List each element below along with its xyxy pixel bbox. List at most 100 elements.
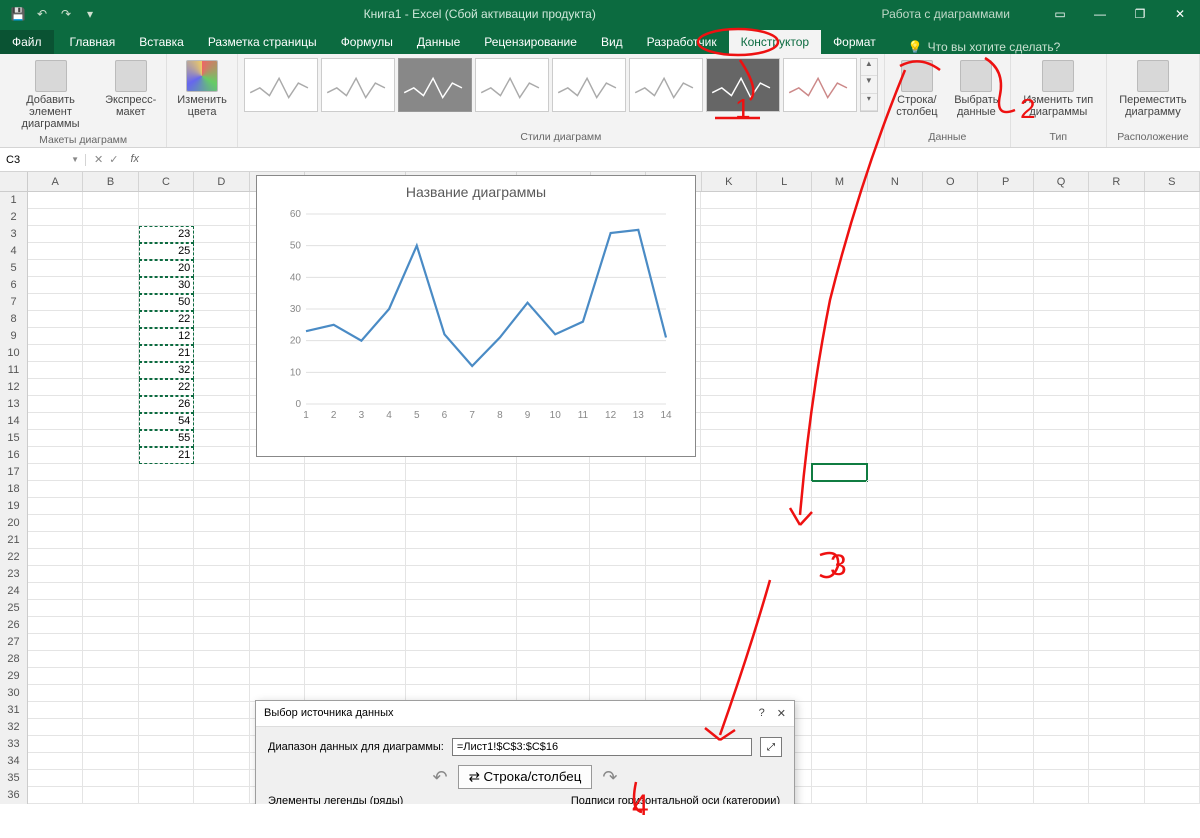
cell[interactable] [1089,447,1144,464]
cell[interactable] [1145,702,1200,719]
cell[interactable] [406,532,516,549]
cell[interactable] [1145,685,1200,702]
cell[interactable] [517,617,591,634]
cell[interactable] [757,515,812,532]
cell[interactable] [867,566,922,583]
cell[interactable] [1089,668,1144,685]
cell[interactable] [978,277,1033,294]
cell[interactable] [1145,736,1200,753]
cell[interactable] [1145,260,1200,277]
cell[interactable] [978,345,1033,362]
cell[interactable] [305,566,406,583]
cell[interactable] [923,600,978,617]
cell[interactable] [646,617,701,634]
row-header[interactable]: 17 [0,464,28,481]
cell[interactable] [701,668,756,685]
cell[interactable] [194,277,249,294]
cell[interactable] [139,770,194,787]
cell[interactable] [646,651,701,668]
cell[interactable] [194,719,249,736]
enter-formula-icon[interactable]: ✓ [109,153,118,166]
cell[interactable] [406,668,516,685]
cell[interactable] [978,311,1033,328]
change-colors-button[interactable]: Изменить цвета [173,58,231,120]
cell[interactable] [867,532,922,549]
tab-view[interactable]: Вид [589,30,635,54]
row-header[interactable]: 20 [0,515,28,532]
cell[interactable] [757,294,812,311]
row-header[interactable]: 25 [0,600,28,617]
cell[interactable] [867,396,922,413]
cell[interactable] [28,209,83,226]
cell[interactable]: 12 [139,328,194,345]
cell[interactable] [923,430,978,447]
cell[interactable] [139,634,194,651]
tab-design[interactable]: Конструктор [729,30,821,54]
cell[interactable]: 55 [139,430,194,447]
cell[interactable] [194,787,249,804]
cell[interactable] [867,209,922,226]
cell[interactable] [28,515,83,532]
cell[interactable] [1089,243,1144,260]
cell[interactable] [305,498,406,515]
cell[interactable] [1034,532,1089,549]
cell[interactable] [812,226,867,243]
tab-formulas[interactable]: Формулы [329,30,405,54]
cell[interactable] [1034,413,1089,430]
cell[interactable] [194,566,249,583]
row-header[interactable]: 31 [0,702,28,719]
cell[interactable]: 22 [139,379,194,396]
row-header[interactable]: 16 [0,447,28,464]
cell[interactable] [757,634,812,651]
cell[interactable] [812,430,867,447]
cell[interactable] [139,515,194,532]
cell[interactable] [83,379,138,396]
cell[interactable] [305,481,406,498]
cell[interactable] [1089,413,1144,430]
cell[interactable] [28,736,83,753]
cell[interactable] [923,651,978,668]
cell[interactable] [1089,192,1144,209]
cell[interactable] [194,260,249,277]
cell[interactable] [1089,566,1144,583]
cell[interactable] [867,498,922,515]
cell[interactable] [923,685,978,702]
cell[interactable] [923,413,978,430]
cell[interactable] [83,634,138,651]
col-header-Q[interactable]: Q [1034,172,1089,191]
cell[interactable] [590,634,645,651]
cell[interactable] [1034,192,1089,209]
cell[interactable] [406,600,516,617]
cell[interactable] [83,566,138,583]
cell[interactable] [978,328,1033,345]
cell[interactable] [1089,515,1144,532]
row-header[interactable]: 5 [0,260,28,277]
cell[interactable] [812,345,867,362]
cell[interactable] [923,566,978,583]
cell[interactable] [757,651,812,668]
cell[interactable] [406,498,516,515]
cell[interactable] [867,787,922,804]
cell[interactable] [812,651,867,668]
cell[interactable] [590,617,645,634]
cell[interactable] [83,668,138,685]
cell[interactable] [28,413,83,430]
cell[interactable] [28,532,83,549]
cell[interactable] [1034,668,1089,685]
cell[interactable] [250,651,305,668]
row-header[interactable]: 1 [0,192,28,209]
cell[interactable] [28,481,83,498]
cell[interactable] [1145,328,1200,345]
row-header[interactable]: 22 [0,549,28,566]
cell[interactable] [923,362,978,379]
cell[interactable] [28,770,83,787]
cell[interactable] [83,617,138,634]
cell[interactable] [194,226,249,243]
cell[interactable] [517,566,591,583]
cell[interactable] [28,719,83,736]
cell[interactable] [1034,651,1089,668]
cancel-formula-icon[interactable]: ✕ [94,153,103,166]
cell[interactable] [701,600,756,617]
cell[interactable] [83,753,138,770]
cell[interactable] [1034,226,1089,243]
